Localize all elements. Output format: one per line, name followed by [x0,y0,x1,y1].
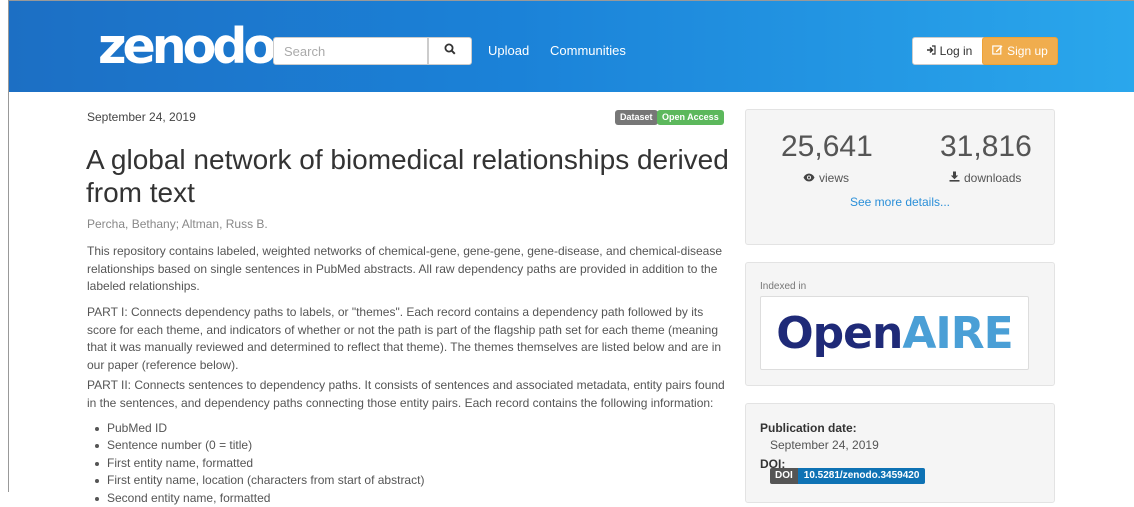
downloads-count: 31,816 [940,130,1032,163]
search-icon [444,42,456,60]
indexed-panel: Indexed in OpenAIRE [745,262,1055,386]
list-item: First entity name, formatted [87,455,727,472]
downloads-label: downloads [964,171,1022,185]
publication-date-value: September 24, 2019 [770,438,879,452]
downloads-label-group: downloads [949,171,1021,185]
indexed-in-label: Indexed in [760,281,807,292]
signup-button[interactable]: Sign up [982,37,1058,65]
description-paragraph: This repository contains labeled, weight… [87,244,723,294]
list-item: Second entity name, formatted [87,490,727,507]
search-bar [273,37,472,65]
list-item: Sentence number (0 = title) [87,437,727,454]
doi-badge[interactable]: DOI 10.5281/zenodo.3459420 [770,468,926,484]
record-title: A global network of biomedical relations… [86,144,729,208]
list-item: PubMed ID [87,420,727,437]
views-label: views [819,171,850,185]
open-access-badge: Open Access [657,110,724,125]
publication-date: September 24, 2019 [87,110,196,124]
doi-tag: DOI [770,468,798,484]
signup-label: Sign up [1007,44,1048,58]
description-paragraph: PART I: Connects dependency paths to lab… [87,305,722,372]
views-label-group: views [803,171,849,185]
nav-upload[interactable]: Upload [488,43,529,58]
sign-in-icon [926,44,936,58]
publication-date-label: Publication date: [760,421,857,435]
record-authors[interactable]: Percha, Bethany; Altman, Russ B. [87,217,268,231]
doi-value: 10.5281/zenodo.3459420 [797,468,926,484]
metadata-panel: Publication date: September 24, 2019 DOI… [745,403,1055,503]
download-icon [949,171,960,185]
login-label: Log in [939,44,973,58]
list-item: First entity name, location (characters … [87,472,727,489]
search-input[interactable] [273,37,428,65]
search-button[interactable] [428,37,472,65]
see-more-details-link[interactable]: See more details... [746,195,1054,209]
nav-communities[interactable]: Communities [550,43,626,58]
openaire-logo[interactable]: OpenAIRE [760,296,1029,370]
edit-icon [992,44,1003,58]
stats-panel: 25,641 views 31,816 downloads See more d… [745,109,1055,245]
record-fields-list: PubMed ID Sentence number (0 = title) Fi… [87,420,727,507]
top-navbar: zenodo Upload Communities Log in Sign up [9,1,1134,92]
eye-icon [803,171,815,185]
openaire-logo-text: OpenAIRE [776,307,1013,359]
description-paragraph: PART II: Connects sentences to dependenc… [87,378,725,410]
login-button[interactable]: Log in [912,37,986,65]
views-count: 25,641 [781,130,873,163]
dataset-badge: Dataset [615,110,658,125]
zenodo-logo[interactable]: zenodo [98,21,277,73]
